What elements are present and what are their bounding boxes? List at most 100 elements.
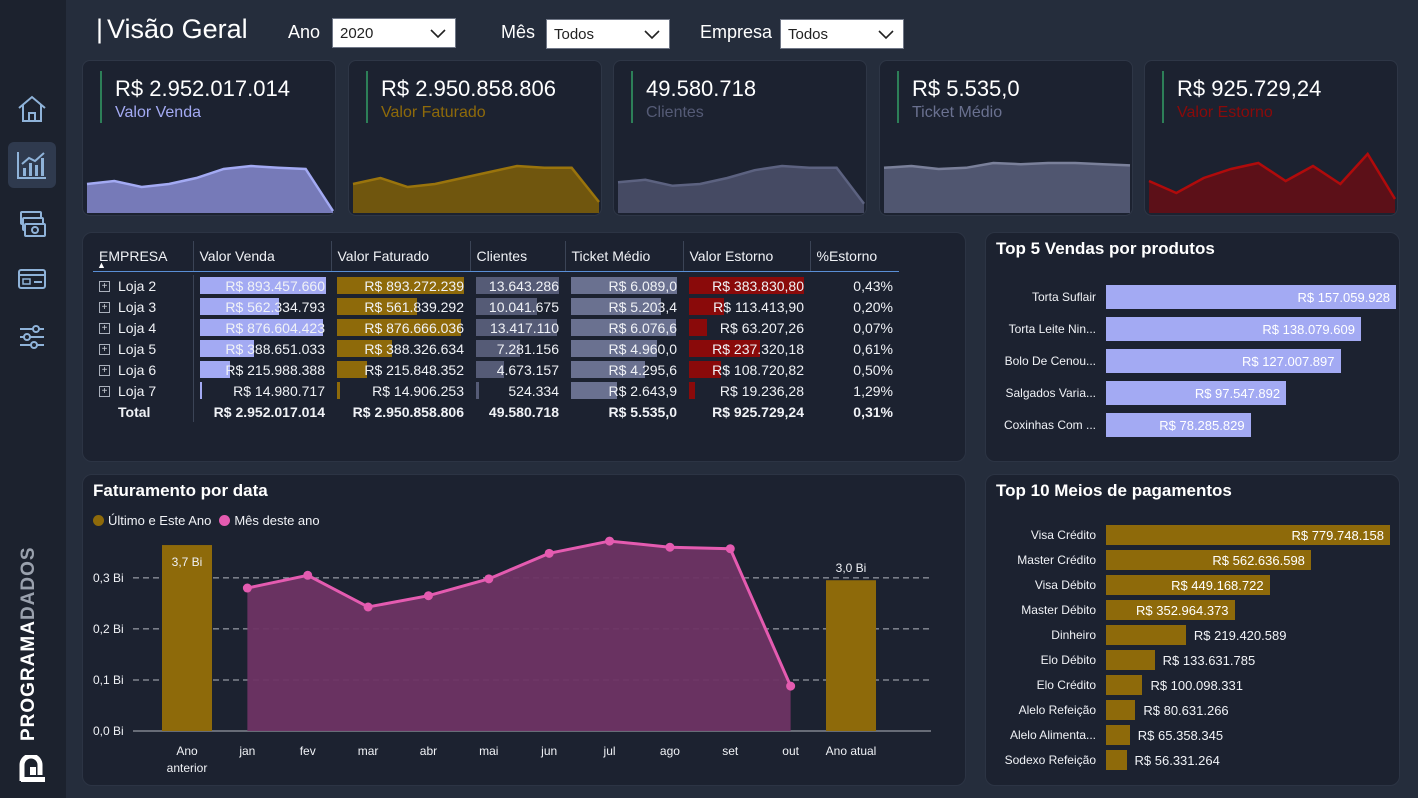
bar-row[interactable]: Bolo De Cenou... R$ 127.007.897: [986, 349, 1399, 373]
sidebar: PROGRAMADADOS: [0, 0, 66, 798]
nav-finance-button[interactable]: [8, 200, 56, 246]
y-tick-label: 0,1 Bi: [93, 673, 124, 687]
filter-select-empresa[interactable]: Todos: [780, 19, 904, 49]
filter-select-mes[interactable]: Todos: [546, 19, 670, 49]
cell-ticket: R$ 4.295,6: [565, 359, 683, 380]
cell-pct-estorno: 1,29%: [810, 380, 899, 401]
empresa-name: Loja 2: [118, 277, 157, 294]
bar-row[interactable]: Elo Crédito R$ 100.098.331: [986, 675, 1399, 695]
data-bar-estorno: [689, 382, 695, 399]
col-header-valor-venda[interactable]: Valor Venda: [193, 241, 332, 272]
col-header-valor-estorno[interactable]: Valor Estorno: [683, 241, 811, 272]
kpi-value: R$ 2.952.017.014: [115, 76, 290, 101]
bar-category-label: Coxinhas Com ...: [1003, 418, 1096, 432]
bar[interactable]: [1106, 625, 1186, 645]
kpi-card-3[interactable]: R$ 5.535,0 Ticket Médio: [879, 60, 1133, 216]
bar-row[interactable]: Master Crédito R$ 562.636.598: [986, 550, 1399, 570]
faturamento-chart-panel: Faturamento por data Último e Este Ano M…: [82, 474, 966, 786]
y-tick-label: 0,0 Bi: [93, 724, 124, 738]
bar-row[interactable]: Coxinhas Com ... R$ 78.285.829: [986, 413, 1399, 437]
table-row[interactable]: + Loja 4 R$ 876.604.423 R$ 876.666.036 13.41…: [93, 317, 899, 338]
kpi-sparkline: [1148, 151, 1397, 213]
bar-value-label: R$ 352.964.373: [1136, 602, 1229, 618]
bar-row[interactable]: Dinheiro R$ 219.420.589: [986, 625, 1399, 645]
bar-value-label: R$ 133.631.785: [1162, 652, 1256, 668]
value-venda: R$ 893.457.660: [225, 277, 325, 294]
bar[interactable]: [1106, 675, 1143, 695]
x-tick-label: abr: [420, 744, 437, 758]
kpi-card-0[interactable]: R$ 2.952.017.014 Valor Venda: [82, 60, 336, 216]
bar-row[interactable]: Alelo Refeição R$ 80.631.266: [986, 700, 1399, 720]
sliders-icon: [20, 325, 44, 349]
col-header-pct-estorno[interactable]: %Estorno: [810, 241, 899, 272]
value-ticket: R$ 5.535,0: [608, 403, 678, 420]
cell-faturado: R$ 215.848.352: [331, 359, 470, 380]
filter-label-empresa: Empresa: [700, 22, 773, 42]
bar-category-label: Salgados Varia...: [1005, 386, 1097, 400]
bar[interactable]: [1106, 700, 1136, 720]
expand-icon[interactable]: +: [99, 386, 110, 398]
table-row[interactable]: + Loja 6 R$ 215.988.388 R$ 215.848.352 4.673…: [93, 359, 899, 380]
nav-payments-button[interactable]: [8, 256, 56, 302]
cell-estorno: R$ 19.236,28: [683, 380, 810, 401]
table-row[interactable]: + Loja 5 R$ 388.651.033 R$ 388.326.634 7.281…: [93, 338, 899, 359]
x-tick-label: Ano anterior: [167, 744, 208, 775]
filter-select-ano[interactable]: 2020: [332, 18, 456, 48]
col-header-ticket-medio[interactable]: Ticket Médio: [565, 241, 684, 272]
monthly-point: [242, 583, 252, 593]
bar-row[interactable]: Torta Suflair R$ 157.059.928: [986, 285, 1399, 309]
expand-icon[interactable]: +: [99, 302, 110, 314]
bar-category-label: Alelo Alimenta...: [1009, 728, 1096, 742]
cell-clientes: 4.673.157: [470, 359, 565, 380]
value-ticket: R$ 6.076,6: [608, 319, 678, 336]
kpi-value: R$ 925.729,24: [1177, 76, 1322, 101]
bar-category-label: Visa Crédito: [1030, 528, 1096, 542]
value-faturado: R$ 2.950.858.806: [352, 403, 464, 420]
col-header-valor-faturado[interactable]: Valor Faturado: [331, 241, 471, 272]
bar-row[interactable]: Elo Débito R$ 133.631.785: [986, 650, 1399, 670]
x-tick-label: fev: [300, 744, 316, 758]
nav-home-button[interactable]: [8, 86, 56, 132]
bar[interactable]: [1106, 750, 1127, 770]
kpi-card-2[interactable]: 49.580.718 Clientes: [613, 60, 867, 216]
nav-dashboard-button[interactable]: [8, 142, 56, 188]
bar-category-label: Visa Débito: [1034, 578, 1096, 592]
expand-icon[interactable]: +: [99, 365, 110, 377]
bar-row[interactable]: Sodexo Refeição R$ 56.331.264: [986, 750, 1399, 770]
bar-row[interactable]: Visa Crédito R$ 779.748.158: [986, 525, 1399, 545]
bar[interactable]: [1106, 650, 1155, 670]
cell-pct-estorno: 0,31%: [810, 401, 899, 422]
expand-icon[interactable]: +: [99, 344, 110, 356]
nav-settings-button[interactable]: [8, 314, 56, 360]
cell-clientes: 524.334: [470, 380, 565, 401]
table-total-row[interactable]: Total R$ 2.952.017.014 R$ 2.950.858.806 49.…: [93, 401, 899, 422]
empresa-name: Loja 3: [118, 298, 157, 315]
cell-empresa: + Loja 7: [93, 380, 194, 401]
table-row[interactable]: + Loja 7 R$ 14.980.717 R$ 14.906.253 524.334…: [93, 380, 899, 401]
bar-row[interactable]: Visa Débito R$ 449.168.722: [986, 575, 1399, 595]
bar[interactable]: [1106, 725, 1130, 745]
monthly-point: [786, 681, 796, 691]
matrix-panel: ▲ EMPRESA Valor Venda Valor Faturado Cli…: [82, 232, 966, 462]
kpi-sparkline: [86, 164, 335, 213]
monthly-point: [363, 602, 373, 612]
bar-category-label: Master Crédito: [1017, 553, 1096, 567]
cell-ticket: R$ 4.960,0: [565, 338, 683, 359]
chart-icon: [17, 152, 46, 179]
col-header-empresa[interactable]: EMPRESA: [93, 241, 194, 272]
kpi-card-1[interactable]: R$ 2.950.858.806 Valor Faturado: [348, 60, 602, 216]
expand-icon[interactable]: +: [99, 281, 110, 293]
value-venda: R$ 2.952.017.014: [213, 403, 325, 420]
bar-value-label: R$ 219.420.589: [1193, 627, 1287, 643]
expand-icon[interactable]: +: [99, 323, 110, 335]
col-header-clientes[interactable]: Clientes: [470, 241, 566, 272]
bar-row[interactable]: Alelo Alimenta... R$ 65.358.345: [986, 725, 1399, 745]
bar-row[interactable]: Salgados Varia... R$ 97.547.892: [986, 381, 1399, 405]
x-tick-label: out: [782, 744, 799, 758]
kpi-accent-bar: [366, 71, 368, 123]
table-row[interactable]: + Loja 3 R$ 562.334.793 R$ 561.839.292 10.04…: [93, 296, 899, 317]
bar-row[interactable]: Master Débito R$ 352.964.373: [986, 600, 1399, 620]
kpi-card-4[interactable]: R$ 925.729,24 Valor Estorno: [1144, 60, 1398, 216]
bar-row[interactable]: Torta Leite Nin... R$ 138.079.609: [986, 317, 1399, 341]
table-row[interactable]: + Loja 2 R$ 893.457.660 R$ 893.272.239 13.64…: [93, 275, 899, 296]
